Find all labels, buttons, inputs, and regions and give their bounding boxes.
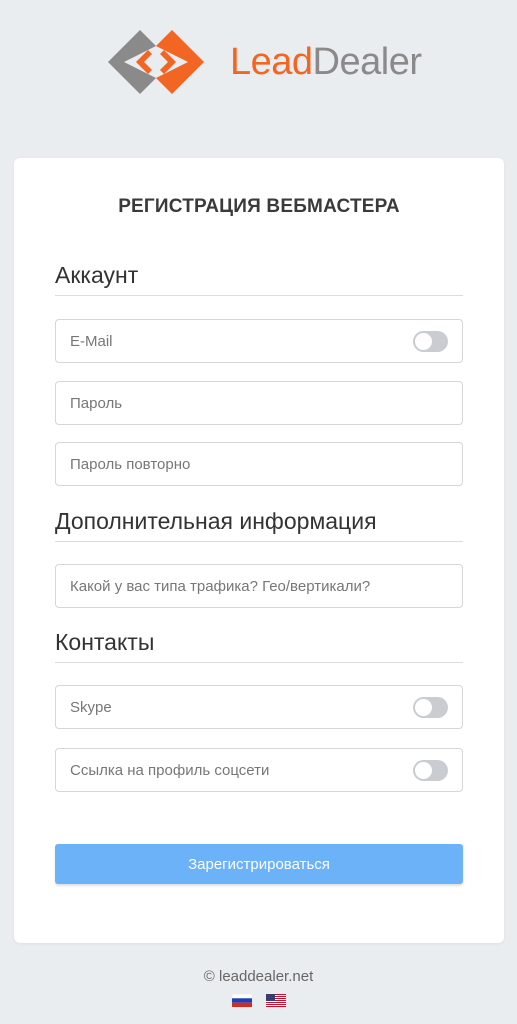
password-input[interactable] [70, 394, 448, 412]
section-additional-title: Дополнительная информация [55, 508, 463, 542]
ru-flag-icon[interactable] [232, 994, 252, 1007]
social-profile-field[interactable] [55, 748, 463, 792]
brand-dealer-text: Dealer [312, 40, 422, 83]
password-repeat-field[interactable] [55, 442, 463, 486]
social-visibility-toggle[interactable] [413, 759, 448, 781]
email-visibility-toggle[interactable] [413, 330, 448, 352]
footer-copyright: © leaddealer.net [203, 968, 314, 985]
register-button[interactable]: Зарегистрироваться [55, 844, 463, 884]
brand-wordmark: LeadDealer [230, 41, 422, 84]
section-account-title: Аккаунт [55, 262, 463, 296]
toggle-knob [415, 332, 432, 350]
brand-lead-text: Lead [230, 40, 313, 83]
leaddealer-logo-icon [108, 14, 204, 110]
traffic-input[interactable] [70, 577, 448, 595]
form-title: РЕГИСТРАЦИЯ ВЕБМАСТЕРА [118, 196, 400, 217]
password-repeat-input[interactable] [70, 455, 448, 473]
toggle-knob [415, 761, 432, 779]
language-switcher [232, 994, 286, 1007]
password-field[interactable] [55, 381, 463, 425]
us-flag-icon[interactable] [266, 994, 286, 1007]
brand-logo: LeadDealer [104, 12, 424, 112]
skype-field[interactable] [55, 685, 463, 729]
skype-visibility-toggle[interactable] [413, 696, 448, 718]
social-profile-input[interactable] [70, 761, 413, 779]
registration-card: РЕГИСТРАЦИЯ ВЕБМАСТЕРА Аккаунт Дополните… [14, 158, 504, 943]
toggle-knob [415, 698, 432, 716]
email-field[interactable] [55, 319, 463, 363]
email-input[interactable] [70, 332, 413, 350]
section-contacts-title: Контакты [55, 629, 463, 663]
skype-input[interactable] [70, 698, 413, 716]
traffic-field[interactable] [55, 564, 463, 608]
